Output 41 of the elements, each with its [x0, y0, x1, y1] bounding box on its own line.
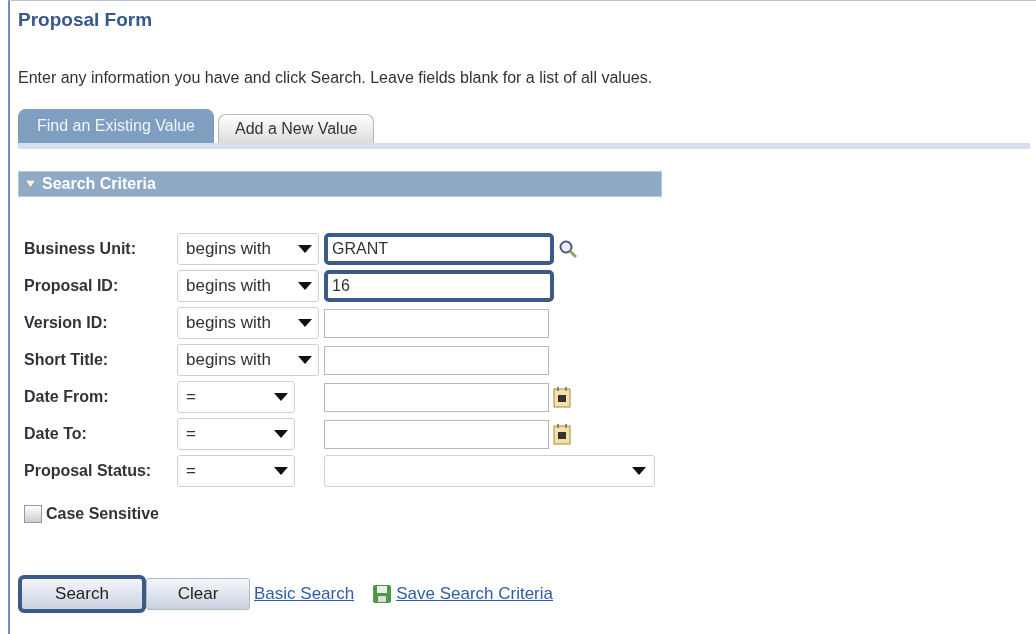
dropdown-arrow-icon[interactable]: [274, 467, 288, 475]
text-field[interactable]: [324, 419, 549, 449]
field-label: Proposal ID:: [24, 277, 120, 295]
field-label: Version ID:: [24, 314, 109, 332]
checkbox[interactable]: [24, 505, 42, 523]
dropdown-arrow-icon[interactable]: [274, 393, 288, 401]
instructions-text: Enter any information you have and click Search. Leave fields blank for a list of all values.: [18, 69, 654, 87]
link[interactable]: Save Search Criteria: [396, 584, 553, 604]
search-icon[interactable]: [558, 239, 578, 259]
dropdown-arrow-icon[interactable]: [274, 430, 288, 438]
text-field[interactable]: [324, 345, 549, 375]
field-label: Proposal Status:: [24, 462, 153, 480]
section-title: Search Criteria: [42, 175, 156, 193]
action-button[interactable]: Search: [18, 575, 146, 613]
dropdown-arrow-icon[interactable]: [632, 467, 646, 475]
page-title: Proposal Form: [18, 9, 154, 31]
checkbox-label: Case Sensitive: [46, 505, 159, 523]
text-field[interactable]: GRANT: [324, 233, 554, 265]
dropdown-arrow-icon[interactable]: [298, 282, 312, 290]
calendar-icon[interactable]: [553, 386, 571, 408]
operator-dropdown[interactable]: begins with: [177, 270, 319, 302]
field-label: Short Title:: [24, 351, 110, 369]
text-field[interactable]: [324, 382, 549, 412]
field-label: Date From:: [24, 388, 110, 406]
dropdown-arrow-icon[interactable]: [298, 356, 312, 364]
operator-dropdown[interactable]: begins with: [177, 344, 319, 376]
field-label: Date To:: [24, 425, 88, 443]
operator-dropdown[interactable]: begins with: [177, 307, 319, 339]
dropdown-arrow-icon[interactable]: [298, 245, 312, 253]
dropdown-arrow-icon[interactable]: [298, 319, 312, 327]
field-label: Business Unit:: [24, 240, 137, 258]
tab[interactable]: Add a New Value: [218, 114, 375, 143]
text-field[interactable]: [324, 308, 549, 338]
operator-dropdown[interactable]: =: [177, 418, 295, 450]
calendar-icon[interactable]: [553, 423, 571, 445]
text-field[interactable]: 16: [324, 270, 554, 302]
operator-dropdown[interactable]: =: [177, 455, 295, 487]
link[interactable]: Basic Search: [254, 584, 355, 604]
operator-dropdown[interactable]: begins with: [177, 233, 319, 265]
operator-dropdown[interactable]: =: [177, 381, 295, 413]
action-button[interactable]: Clear: [146, 578, 250, 610]
